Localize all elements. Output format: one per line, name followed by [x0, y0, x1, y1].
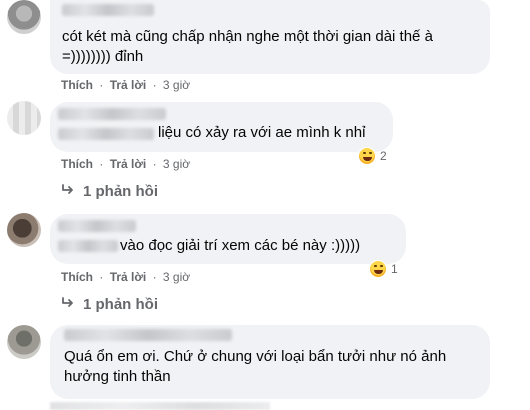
- separator: ·: [152, 78, 157, 92]
- commenter-name-blurred[interactable]: [58, 108, 166, 120]
- reply-arrow-icon: [61, 183, 77, 200]
- separator: ·: [152, 157, 157, 171]
- comment-bubble: cót két mà cũng chấp nhận nghe một thời …: [50, 0, 490, 74]
- comment-text: cót két mà cũng chấp nhận nghe một thời …: [62, 28, 433, 45]
- replies-count-label: 1 phản hồi: [83, 296, 158, 313]
- commenter-name-blurred[interactable]: [58, 220, 136, 232]
- commenter-avatar[interactable]: [7, 101, 41, 135]
- comment-text: Quá ổn em ơi. Chứ ở chung với loại bẩn t…: [64, 348, 447, 365]
- blurred-text: [58, 240, 118, 252]
- comment-actions: Thích · Trả lời · 3 giờ: [61, 78, 190, 92]
- timestamp[interactable]: 3 giờ: [163, 78, 190, 92]
- comment-bubble: vào đọc giải trí xem các bé này :))))): [50, 214, 406, 264]
- commenter-avatar[interactable]: [7, 213, 41, 247]
- like-link[interactable]: Thích: [61, 157, 93, 171]
- reply-link[interactable]: Trả lời: [110, 78, 147, 92]
- commenter-avatar[interactable]: [7, 325, 41, 359]
- timestamp[interactable]: 3 giờ: [163, 270, 190, 284]
- comment-actions: Thích · Trả lời · 3 giờ: [61, 270, 190, 284]
- comment-text: =)))))))) đỉnh: [62, 48, 144, 65]
- comment-bubble: liệu có xảy ra với ae mình k nhỉ: [50, 102, 393, 152]
- commenter-avatar[interactable]: [7, 0, 41, 34]
- comment-text: vào đọc giải trí xem các bé này :))))): [120, 237, 361, 254]
- like-link[interactable]: Thích: [61, 78, 93, 92]
- like-link[interactable]: Thích: [61, 270, 93, 284]
- commenter-name-blurred[interactable]: [62, 4, 154, 16]
- commenter-name-blurred[interactable]: [64, 329, 232, 341]
- separator: ·: [99, 270, 104, 284]
- comment-text: liệu có xảy ra với ae mình k nhỉ: [158, 124, 366, 141]
- laughing-emoji-icon: [358, 147, 376, 165]
- separator: ·: [99, 157, 104, 171]
- timestamp[interactable]: 3 giờ: [163, 157, 190, 171]
- reaction-count: 1: [391, 262, 398, 276]
- reply-link[interactable]: Trả lời: [110, 157, 147, 171]
- view-replies-link[interactable]: 1 phản hồi: [61, 296, 158, 313]
- replies-count-label: 1 phản hồi: [83, 183, 158, 200]
- comment-text: hưởng tinh thần: [64, 368, 171, 385]
- reaction-badge[interactable]: 2: [358, 146, 387, 166]
- reaction-count: 2: [380, 149, 387, 163]
- blurred-text: [58, 128, 154, 140]
- comment-bubble: Quá ổn em ơi. Chứ ở chung với loại bẩn t…: [50, 325, 490, 399]
- reaction-badge[interactable]: 1: [369, 259, 398, 279]
- reply-link[interactable]: Trả lời: [110, 270, 147, 284]
- reply-arrow-icon: [61, 296, 77, 313]
- separator: ·: [152, 270, 157, 284]
- comment-actions: Thích · Trả lời · 3 giờ: [61, 157, 190, 171]
- laughing-emoji-icon: [369, 260, 387, 278]
- separator: ·: [99, 78, 104, 92]
- view-replies-link[interactable]: 1 phản hồi: [61, 183, 158, 200]
